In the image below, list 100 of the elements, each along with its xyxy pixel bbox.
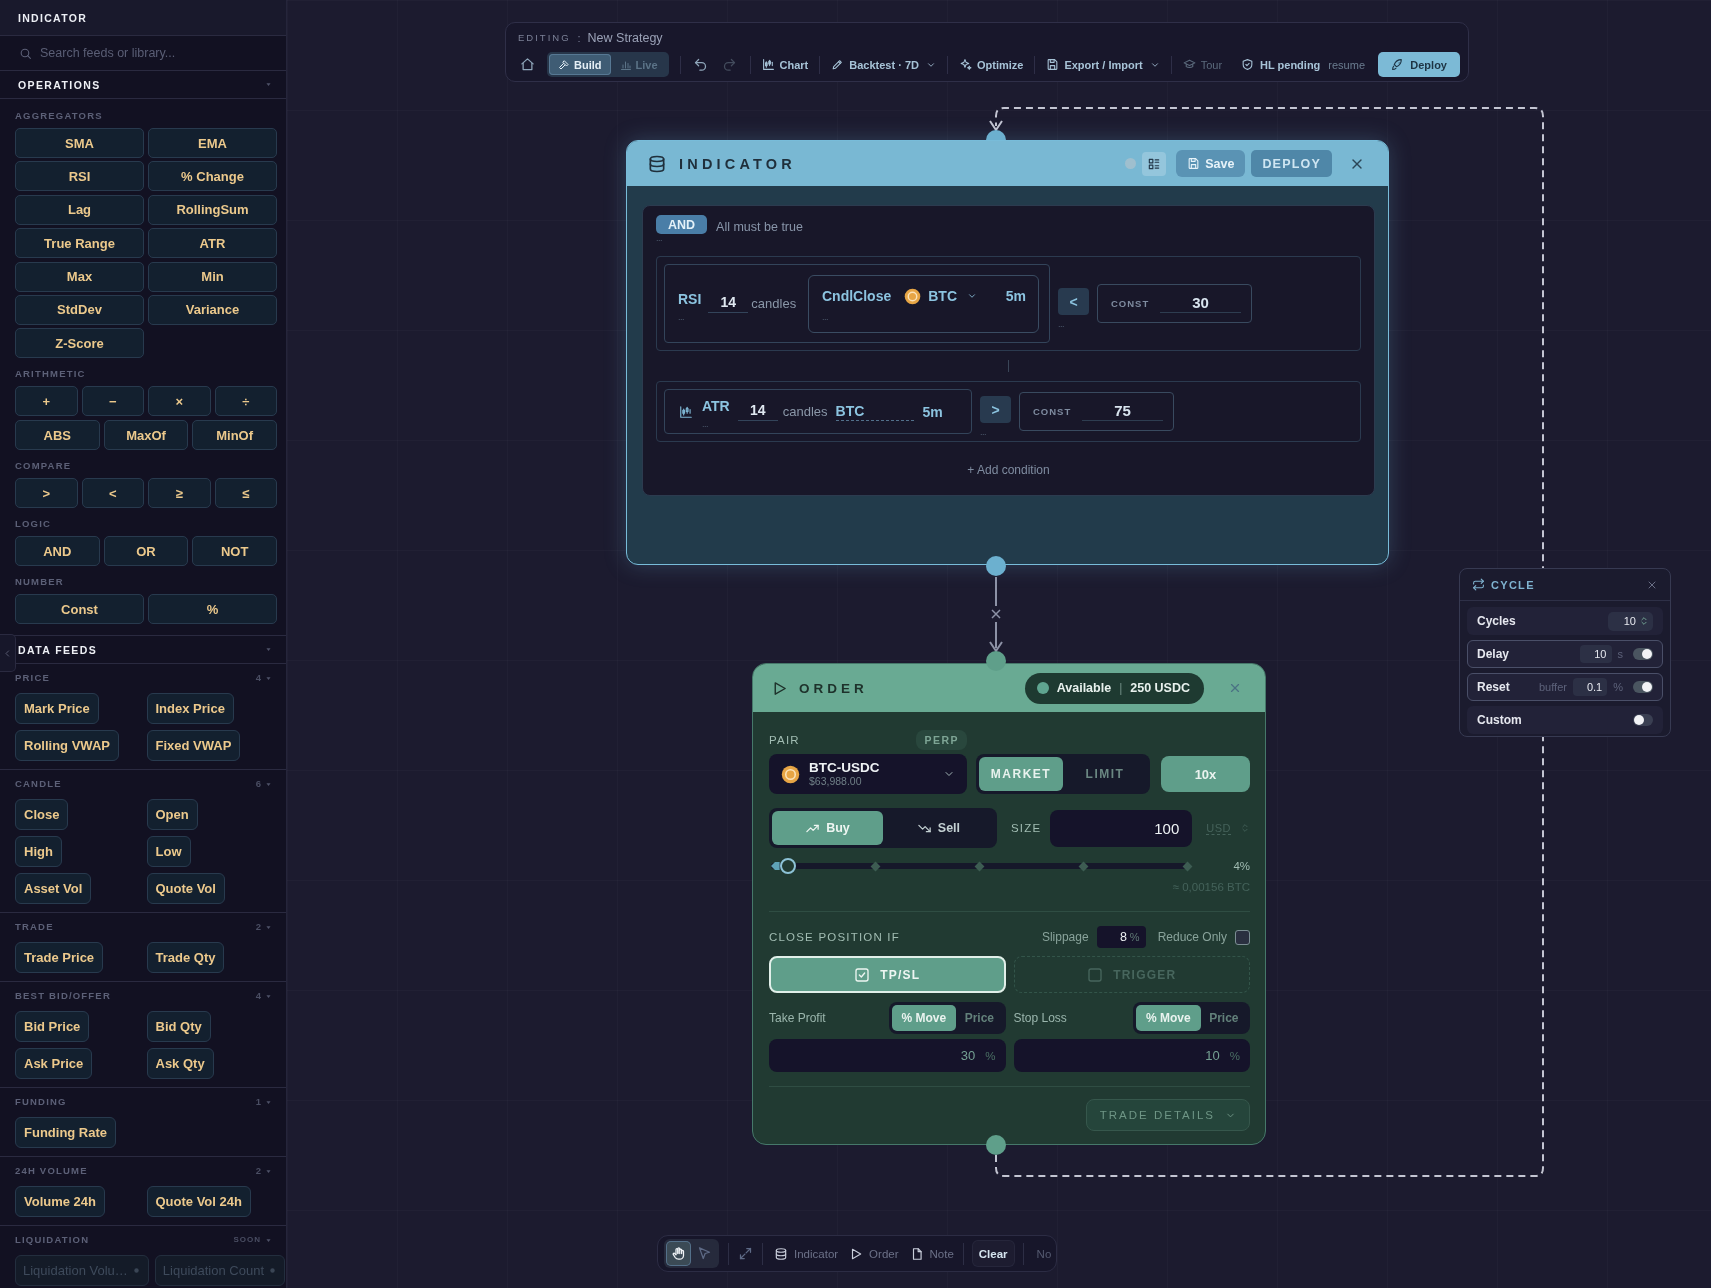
constant-value-field[interactable]: 75 <box>1082 402 1163 421</box>
asset-selector[interactable]: BTC <box>835 402 914 421</box>
toolbar-button[interactable]: Backtest · 7D <box>831 58 936 71</box>
operation-button[interactable]: ÷ <box>214 386 277 417</box>
feed-button[interactable]: Volume 24h <box>15 1186 105 1218</box>
deploy-button[interactable]: Deploy <box>1378 52 1460 77</box>
stepper-field[interactable]: 10 <box>1607 611 1653 631</box>
feed-button[interactable]: Quote Vol <box>146 873 225 905</box>
operation-button[interactable]: NOT <box>192 536 277 567</box>
feed-button[interactable]: Asset Vol <box>15 873 92 905</box>
indicator-name[interactable]: ATR <box>702 398 730 414</box>
checkbox[interactable] <box>1235 929 1250 945</box>
connection-port[interactable] <box>986 651 1006 671</box>
asset-selector[interactable]: BTC <box>928 288 957 304</box>
slider-thumb[interactable] <box>779 858 796 874</box>
operation-button[interactable]: OR <box>103 536 189 567</box>
operation-button[interactable]: True Range <box>15 228 144 259</box>
feed-button[interactable]: Open <box>146 799 198 831</box>
operation-button[interactable]: ≥ <box>148 478 211 509</box>
layout-button[interactable] <box>1142 151 1167 176</box>
period-field[interactable]: 14 <box>708 294 749 313</box>
connection-port[interactable] <box>986 1135 1006 1155</box>
search-field[interactable]: Search feeds or library... <box>40 41 272 65</box>
feed-button[interactable]: Close <box>15 799 69 831</box>
feed-button[interactable]: Mark Price <box>15 693 99 725</box>
feed-button[interactable]: Ask Price <box>15 1048 93 1080</box>
section-title[interactable]: OPERATIONS <box>18 78 101 91</box>
logic-operator-button[interactable]: AND <box>656 215 708 234</box>
toolbar-button[interactable]: Export / Import <box>1046 58 1160 71</box>
source-block[interactable]: CndlClose BTC 5m ... <box>808 274 1039 333</box>
add-node-button[interactable]: Indicator <box>774 1246 839 1261</box>
operation-button[interactable]: Min <box>148 261 277 292</box>
operation-button[interactable]: MaxOf <box>103 420 189 451</box>
hand-tool-button[interactable] <box>666 1241 691 1266</box>
operation-button[interactable]: > <box>15 478 78 509</box>
feed-button[interactable]: High <box>15 836 62 868</box>
indicator-name[interactable]: RSI <box>678 291 702 307</box>
operator-button[interactable]: < <box>1058 288 1089 315</box>
connection-port[interactable] <box>986 130 1006 140</box>
feed-button[interactable]: Rolling VWAP <box>15 730 119 762</box>
toggle-switch[interactable] <box>1633 681 1653 693</box>
interval-label[interactable]: 5m <box>922 403 943 420</box>
operation-button[interactable]: AND <box>15 536 100 567</box>
operation-button[interactable]: ATR <box>148 228 277 259</box>
add-node-button[interactable]: Note <box>909 1246 954 1261</box>
order-type-tab[interactable]: LIMIT <box>1063 757 1147 791</box>
operation-button[interactable]: Max <box>15 261 144 292</box>
operator-button[interactable]: > <box>980 396 1011 423</box>
feed-button[interactable]: Index Price <box>146 693 234 725</box>
toolbar-button[interactable]: Chart <box>761 58 809 71</box>
toggle-switch[interactable] <box>1633 648 1653 660</box>
operation-button[interactable]: ABS <box>15 420 100 451</box>
target-input[interactable]: 10 % <box>1013 1039 1250 1072</box>
operation-button[interactable]: Lag <box>15 194 144 225</box>
indicator-block[interactable]: RSI ... 14 candles CndlClose BTC 5m ... <box>664 264 1050 343</box>
feed-button[interactable]: Bid Qty <box>146 1011 211 1043</box>
interval-label[interactable]: 5m <box>1005 288 1026 304</box>
operation-button[interactable]: % <box>148 594 277 625</box>
operation-button[interactable]: + <box>15 386 78 417</box>
feed-button[interactable]: Trade Price <box>15 942 104 974</box>
slippage-field[interactable]: 8 % <box>1096 926 1146 948</box>
operation-button[interactable]: ≤ <box>214 478 277 509</box>
operation-button[interactable]: SMA <box>15 128 144 158</box>
toggle-switch[interactable] <box>1633 714 1653 726</box>
operation-button[interactable]: < <box>81 478 144 509</box>
target-mode-tab[interactable]: Price <box>1200 1005 1247 1031</box>
feed-button[interactable]: Funding Rate <box>15 1117 117 1149</box>
resume-link[interactable]: resume <box>1328 58 1366 71</box>
clear-button[interactable]: Clear <box>972 1241 1014 1266</box>
pair-dropdown[interactable]: BTC-USDC $63,988.00 <box>769 754 967 794</box>
strategy-name[interactable]: New Strategy <box>587 30 663 45</box>
operation-button[interactable]: Variance <box>148 294 277 325</box>
operation-button[interactable]: − <box>81 386 144 417</box>
add-condition-button[interactable]: + Add condition <box>955 456 1062 483</box>
add-node-button[interactable]: Order <box>849 1246 899 1261</box>
target-input[interactable]: 30 % <box>769 1039 1006 1072</box>
operation-button[interactable]: MinOf <box>192 420 277 451</box>
toolbar-button[interactable]: Optimize <box>958 58 1024 71</box>
operation-button[interactable]: RSI <box>15 161 144 192</box>
operation-button[interactable]: RollingSum <box>148 194 277 225</box>
operation-button[interactable]: × <box>148 386 211 417</box>
mode-tab[interactable]: Build <box>549 54 611 75</box>
size-input[interactable]: 100 <box>1050 809 1193 847</box>
value-field[interactable]: 10 <box>1580 645 1612 663</box>
operation-button[interactable]: Const <box>15 594 144 625</box>
feed-button[interactable]: Trade Qty <box>146 942 225 974</box>
value-field[interactable]: 0.1 <box>1572 678 1608 696</box>
operation-button[interactable]: StdDev <box>15 294 144 325</box>
feed-button[interactable]: Fixed VWAP <box>146 730 241 762</box>
feed-button[interactable]: Bid Price <box>15 1011 90 1043</box>
operation-button[interactable]: EMA <box>148 128 277 158</box>
operation-button[interactable]: Z-Score <box>15 328 144 359</box>
side-tab[interactable]: Sell <box>882 811 994 845</box>
constant-value-field[interactable]: 30 <box>1160 294 1241 313</box>
section-title[interactable]: DATA FEEDS <box>18 643 98 656</box>
feed-button[interactable]: Quote Vol 24h <box>146 1186 251 1218</box>
feed-button[interactable]: Ask Qty <box>146 1048 214 1080</box>
close-icon[interactable] <box>991 609 1001 619</box>
period-field[interactable]: 14 <box>737 402 778 421</box>
indicator-block[interactable]: ATR ... 14 candles BTC 5m <box>664 389 972 434</box>
